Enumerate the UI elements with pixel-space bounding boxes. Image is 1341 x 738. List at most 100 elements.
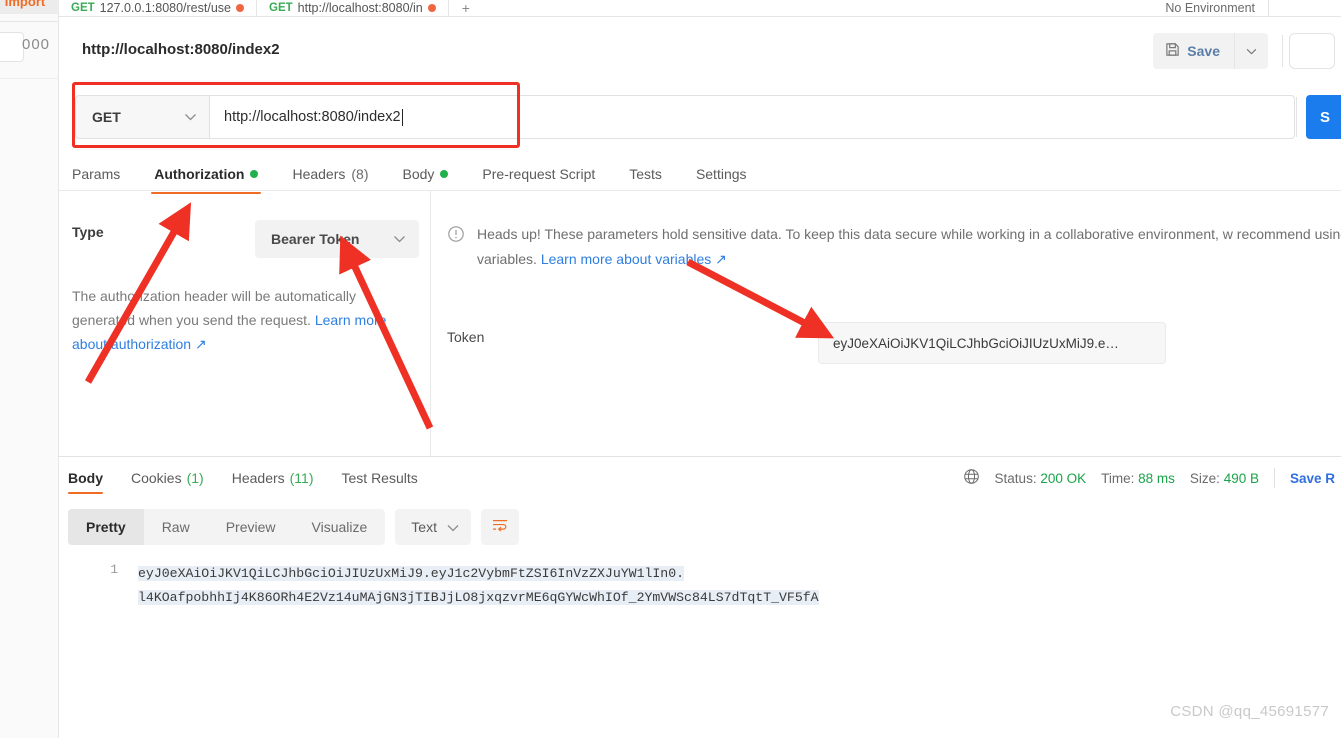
response-tab-headers[interactable]: Headers (11) <box>218 464 328 492</box>
size-label: Size: <box>1189 470 1220 486</box>
tab-pre-request-script-label: Pre-request Script <box>482 166 596 182</box>
status-group: Status: 200 OK <box>995 471 1087 486</box>
response-tab-cookies-label: Cookies <box>131 470 182 486</box>
chevron-down-icon <box>393 230 406 248</box>
auth-description: The authorization header will be automat… <box>72 284 408 356</box>
token-label: Token <box>447 329 485 345</box>
status-dot-icon <box>440 170 449 178</box>
response-format-value: Text <box>411 519 437 535</box>
response-divider <box>59 456 1341 457</box>
tab-headers-count: (8) <box>351 166 369 182</box>
environment-divider <box>1268 0 1269 17</box>
request-tabs-rule <box>59 190 1341 191</box>
size-value: 490 B <box>1223 470 1259 486</box>
tab-authorization[interactable]: Authorization <box>137 158 275 194</box>
header-extra-button[interactable] <box>1289 33 1335 69</box>
view-mode-visualize[interactable]: Visualize <box>294 509 386 545</box>
request-tab-1-method: GET <box>71 1 95 14</box>
size-group: Size: 490 B <box>1190 471 1259 486</box>
token-input[interactable]: eyJ0eXAiOiJKV1QiLCJhbGciOiJIUzUxMiJ9.e… <box>818 322 1166 364</box>
response-tabs: Body Cookies (1) Headers (11) Test Resul… <box>68 464 432 494</box>
send-button[interactable]: S <box>1306 95 1341 139</box>
chevron-down-icon <box>447 519 459 535</box>
response-tab-body-label: Body <box>68 470 103 486</box>
rail-collection-box <box>0 32 24 62</box>
word-wrap-button[interactable] <box>480 509 519 545</box>
response-tab-test-results-label: Test Results <box>341 470 418 486</box>
status-dot-icon <box>250 170 259 178</box>
url-input-value: http://localhost:8080/index2 <box>224 109 401 125</box>
auth-description-text: The authorization header will be automat… <box>72 288 357 328</box>
request-tab-2[interactable]: GET http://localhost:8080/in <box>257 0 449 16</box>
request-tab-1-name: 127.0.0.1:8080/rest/use <box>99 0 231 15</box>
globe-icon[interactable] <box>963 468 980 488</box>
auth-type-label: Type <box>72 224 104 240</box>
tab-authorization-label: Authorization <box>154 166 245 182</box>
header-divider <box>1282 35 1283 67</box>
request-tab-2-method: GET <box>269 1 293 14</box>
tab-body[interactable]: Body <box>386 158 466 190</box>
response-tab-headers-count: (11) <box>289 470 314 486</box>
view-mode-group: Pretty Raw Preview Visualize <box>68 509 386 545</box>
sensitive-data-text-wrap: Heads up! These parameters hold sensitiv… <box>477 222 1341 278</box>
chevron-down-icon <box>1246 42 1257 60</box>
http-method-label: GET <box>92 109 121 125</box>
import-button[interactable]: Import <box>0 0 60 14</box>
overflow-menu-icon[interactable]: 000 <box>22 37 50 52</box>
response-tab-cookies-count: (1) <box>186 470 204 486</box>
tab-settings[interactable]: Settings <box>679 158 764 190</box>
alert-circle-icon <box>447 225 465 243</box>
save-dropdown-button[interactable] <box>1234 33 1268 69</box>
word-wrap-icon <box>491 518 509 537</box>
response-body-text[interactable]: eyJ0eXAiOiJKV1QiLCJhbGciOiJIUzUxMiJ9.eyJ… <box>138 562 1278 610</box>
floppy-disk-icon <box>1165 42 1180 60</box>
http-method-select[interactable]: GET <box>75 95 209 139</box>
status-value: 200 OK <box>1040 470 1087 486</box>
request-tab-1[interactable]: GET 127.0.0.1:8080/rest/use <box>59 0 257 16</box>
save-button[interactable]: Save <box>1153 33 1234 69</box>
url-input[interactable]: http://localhost:8080/index2 <box>209 95 1295 139</box>
token-row: Token eyJ0eXAiOiJKV1QiLCJhbGciOiJIUzUxMi… <box>447 322 1337 364</box>
view-mode-pretty[interactable]: Pretty <box>68 509 144 545</box>
response-tab-body[interactable]: Body <box>68 464 117 494</box>
unsaved-dot-icon <box>236 3 244 12</box>
view-mode-raw[interactable]: Raw <box>144 509 208 545</box>
response-body-toolbar: Pretty Raw Preview Visualize Text <box>68 509 519 545</box>
status-label: Status: <box>994 470 1037 486</box>
sensitive-data-banner: Heads up! These parameters hold sensitiv… <box>447 214 1341 278</box>
new-tab-button[interactable]: + <box>449 0 483 16</box>
response-tab-cookies[interactable]: Cookies (1) <box>117 464 218 492</box>
tab-pre-request-script[interactable]: Pre-request Script <box>465 158 612 190</box>
rail-divider <box>0 21 59 22</box>
view-mode-preview[interactable]: Preview <box>208 509 294 545</box>
variables-learn-more-link[interactable]: Learn more about variables ↗ <box>541 251 727 267</box>
time-group: Time: 88 ms <box>1101 471 1175 486</box>
request-tab-strip: GET 127.0.0.1:8080/rest/use GET http://l… <box>59 0 1341 17</box>
time-label: Time: <box>1101 470 1135 486</box>
tab-headers-label: Headers <box>292 166 346 182</box>
tab-params[interactable]: Params <box>72 158 137 190</box>
save-button-group: Save <box>1153 33 1268 69</box>
unsaved-dot-icon <box>427 3 436 12</box>
watermark: CSDN @qq_45691577 <box>1170 703 1329 720</box>
time-value: 88 ms <box>1138 470 1175 486</box>
chevron-down-icon <box>184 108 197 126</box>
auth-type-value: Bearer Token <box>271 231 360 247</box>
tab-settings-label: Settings <box>695 166 747 182</box>
environment-selector[interactable]: No Environment <box>1165 1 1255 15</box>
send-divider <box>1296 97 1297 137</box>
auth-type-select[interactable]: Bearer Token <box>255 220 419 258</box>
tab-headers[interactable]: Headers (8) <box>275 158 385 190</box>
left-rail: Import 000 <box>0 0 60 738</box>
page-title: http://localhost:8080/index2 <box>82 41 280 58</box>
save-response-button[interactable]: Save R <box>1290 471 1335 486</box>
postman-window: Import 000 GET 127.0.0.1:8080/rest/use G… <box>0 0 1341 738</box>
tab-body-label: Body <box>402 166 435 182</box>
tab-params-label: Params <box>72 166 121 182</box>
response-tab-headers-label: Headers <box>231 470 285 486</box>
request-tab-2-name: http://localhost:8080/in <box>297 0 423 15</box>
tab-tests[interactable]: Tests <box>612 158 679 190</box>
response-tab-test-results[interactable]: Test Results <box>328 464 432 492</box>
save-button-label: Save <box>1187 43 1220 59</box>
response-format-select[interactable]: Text <box>395 509 471 545</box>
